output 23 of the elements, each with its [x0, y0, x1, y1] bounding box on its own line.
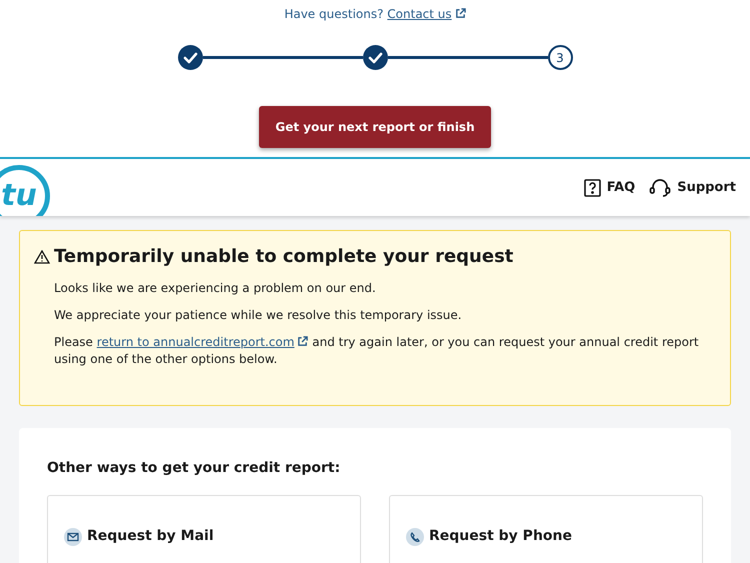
phone-icon: [406, 528, 424, 546]
step-number: 3: [548, 45, 572, 70]
contact-link[interactable]: Contact us: [387, 7, 466, 21]
alert-text: We appreciate your patience while we resolve this temporary issue.: [54, 307, 463, 324]
envelope-icon: [64, 528, 82, 546]
option-title: Request by Mail: [87, 527, 214, 546]
next-report-button[interactable]: Get your next report or finish: [259, 106, 491, 148]
header-link[interactable]: Support: [649, 178, 736, 198]
options-title: Other ways to get your credit report:: [47, 459, 342, 478]
external-link-icon: [454, 8, 466, 19]
question-icon: [584, 178, 601, 196]
external-link-icon: [297, 336, 308, 347]
help-text: Have questions? Contact us: [284, 5, 466, 23]
header-link[interactable]: FAQ: [584, 178, 636, 198]
alert-text: Looks like we are experiencing a problem on our end.: [54, 280, 377, 297]
option-title: Request by Phone: [429, 527, 572, 546]
warning-icon: [34, 250, 50, 264]
alert-title: Temporarily unable to complete your request: [54, 245, 514, 269]
headset-icon: [649, 178, 672, 198]
option-card[interactable]: Request by Mail: [47, 495, 361, 563]
option-card[interactable]: Request by Phone: [389, 495, 703, 563]
return-link[interactable]: return to annualcreditreport.com: [96, 335, 308, 349]
alert-text: Please return to annualcreditreport.com and try again later, or you can request your annual credit report using one of the other options below.: [54, 334, 700, 368]
